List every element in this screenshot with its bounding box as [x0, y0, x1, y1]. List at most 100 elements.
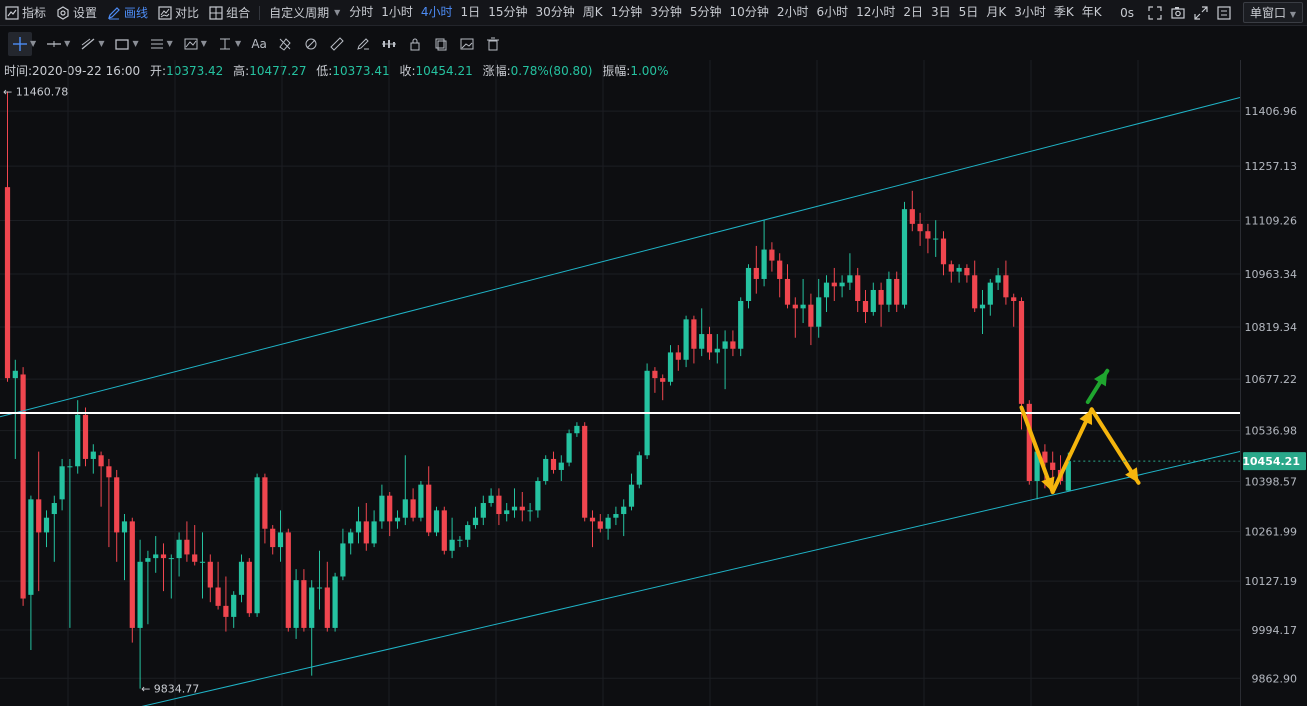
caret-down-icon[interactable]: ▼ [201, 39, 207, 48]
caret-down-icon[interactable]: ▼ [30, 39, 36, 48]
y-tick-label: 10261.99 [1245, 526, 1298, 539]
brush-icon [357, 37, 370, 50]
period-tab[interactable]: 年K [1078, 0, 1106, 25]
settings-button[interactable]: 设置 [51, 0, 102, 25]
y-tick-label: 11109.26 [1245, 214, 1298, 227]
caret-down-icon[interactable]: ▼ [64, 39, 70, 48]
candle-up [332, 576, 338, 628]
period-tab[interactable]: 30分钟 [531, 0, 578, 25]
window-mode-select[interactable]: 单窗口 ▼ [1243, 2, 1303, 23]
period-tab[interactable]: 6小时 [812, 0, 852, 25]
period-tab[interactable]: 1分钟 [607, 0, 647, 25]
magnet-tool[interactable] [299, 32, 323, 56]
projection-arrow-head [1079, 409, 1093, 426]
toolbar-divider [259, 5, 261, 20]
high-label: 高: [233, 64, 250, 78]
brush-tool[interactable] [351, 32, 375, 56]
horizontal-line-tool[interactable] [42, 32, 66, 56]
period-tab[interactable]: 3小时 [1010, 0, 1050, 25]
candle-up [566, 433, 572, 463]
candle-down [324, 587, 330, 628]
ruler-tool[interactable] [325, 32, 349, 56]
period-tab[interactable]: 季K [1050, 0, 1078, 25]
candle-down [753, 267, 759, 279]
candle-down [784, 278, 791, 305]
bullish-arrow [1085, 368, 1110, 405]
period-tab[interactable]: 5分钟 [686, 0, 726, 25]
fibonacci-tool[interactable] [145, 32, 169, 56]
candle-down [160, 554, 167, 559]
candle-up [254, 477, 260, 614]
period-tab[interactable]: 12小时 [852, 0, 899, 25]
period-tab[interactable]: 3日 [927, 0, 955, 25]
candle-tool[interactable] [377, 32, 401, 56]
candle-down [387, 495, 393, 522]
copy-tool[interactable] [429, 32, 453, 56]
text-tool[interactable]: Aa [247, 32, 271, 56]
toolbar-right: 0s 单窗口 ▼ [1120, 0, 1307, 25]
measure-tool[interactable] [213, 32, 237, 56]
caret-down-icon[interactable]: ▼ [132, 39, 138, 48]
period-tab[interactable]: 2小时 [773, 0, 813, 25]
y-tick-label: 10398.57 [1245, 476, 1298, 489]
pattern-tool[interactable] [179, 32, 203, 56]
combine-button[interactable]: 组合 [204, 0, 255, 25]
hide-drawings-tool[interactable] [273, 32, 297, 56]
period-tab[interactable]: 月K [982, 0, 1010, 25]
eraser-icon [279, 37, 291, 51]
drawing-toolbar: ▼ ▼ ▼ ▼ ▼ ▼ ▼ Aa [0, 27, 1307, 60]
last-price-tag [1243, 452, 1306, 471]
fullscreen-icon[interactable] [1148, 5, 1162, 20]
period-tab[interactable]: 15分钟 [484, 0, 531, 25]
settings-panel-icon[interactable] [1217, 5, 1231, 20]
caret-down-icon[interactable]: ▼ [235, 39, 241, 48]
period-tab[interactable]: 周K [579, 0, 607, 25]
compare-button[interactable]: 对比 [153, 0, 204, 25]
y-tick-label: 9994.17 [1252, 624, 1298, 637]
period-tab[interactable]: 4小时 [417, 0, 457, 25]
lock-tool[interactable] [403, 32, 427, 56]
draw-button[interactable]: 画线 [102, 0, 153, 25]
candle-down [972, 275, 978, 309]
delete-tool[interactable] [481, 32, 505, 56]
crosshair-tool[interactable] [8, 31, 32, 56]
pencil-icon [108, 6, 120, 19]
candle-down [82, 414, 89, 459]
rectangle-tool[interactable] [110, 32, 134, 56]
candlestick-chart[interactable]: 11406.96 11257.13 11109.26 10963.34 10819.34… [0, 0, 1307, 706]
custom-period-dropdown[interactable]: 自定义周期 ▼ [264, 0, 345, 25]
candle-down [855, 275, 861, 301]
indicator-chart-icon [5, 5, 19, 20]
caret-down-icon[interactable]: ▼ [98, 39, 104, 48]
period-tabs: 分时 1小时 4小时 1日 15分钟 30分钟 周K 1分钟 3分钟 5分钟 10分钟 2小时 6小时 1… [345, 0, 1105, 25]
period-tab[interactable]: 分时 [345, 0, 377, 25]
candle-down [207, 561, 213, 588]
candle-down [98, 455, 104, 467]
compare-icon [158, 5, 172, 20]
bullish-arrow-head [1093, 370, 1108, 387]
lower-channel-line [141, 451, 1241, 706]
period-tab[interactable]: 1日 [457, 0, 485, 25]
image-icon [460, 38, 474, 49]
horizontal-line-icon [47, 40, 62, 47]
indicators-button[interactable]: 指标 [0, 0, 51, 25]
y-tick-label: 11257.13 [1245, 160, 1298, 173]
period-tab[interactable]: 3分钟 [646, 0, 686, 25]
period-tab[interactable]: 5日 [955, 0, 983, 25]
snapshot-icon[interactable] [1171, 6, 1185, 20]
caret-down-icon[interactable]: ▼ [167, 39, 173, 48]
candle-up [488, 495, 494, 504]
period-tab[interactable]: 2日 [899, 0, 927, 25]
candle-up [176, 539, 182, 559]
candle-down [808, 304, 814, 327]
visibility-tool[interactable] [455, 32, 479, 56]
candle-down [597, 521, 603, 529]
expand-icon[interactable] [1194, 5, 1208, 20]
period-tab[interactable]: 1小时 [377, 0, 417, 25]
candle-up [504, 510, 510, 515]
period-tab[interactable]: 10分钟 [726, 0, 773, 25]
candle-down [792, 304, 798, 309]
trend-line-tool[interactable] [76, 32, 100, 56]
candle-up [683, 319, 689, 360]
candle-down [878, 289, 884, 305]
